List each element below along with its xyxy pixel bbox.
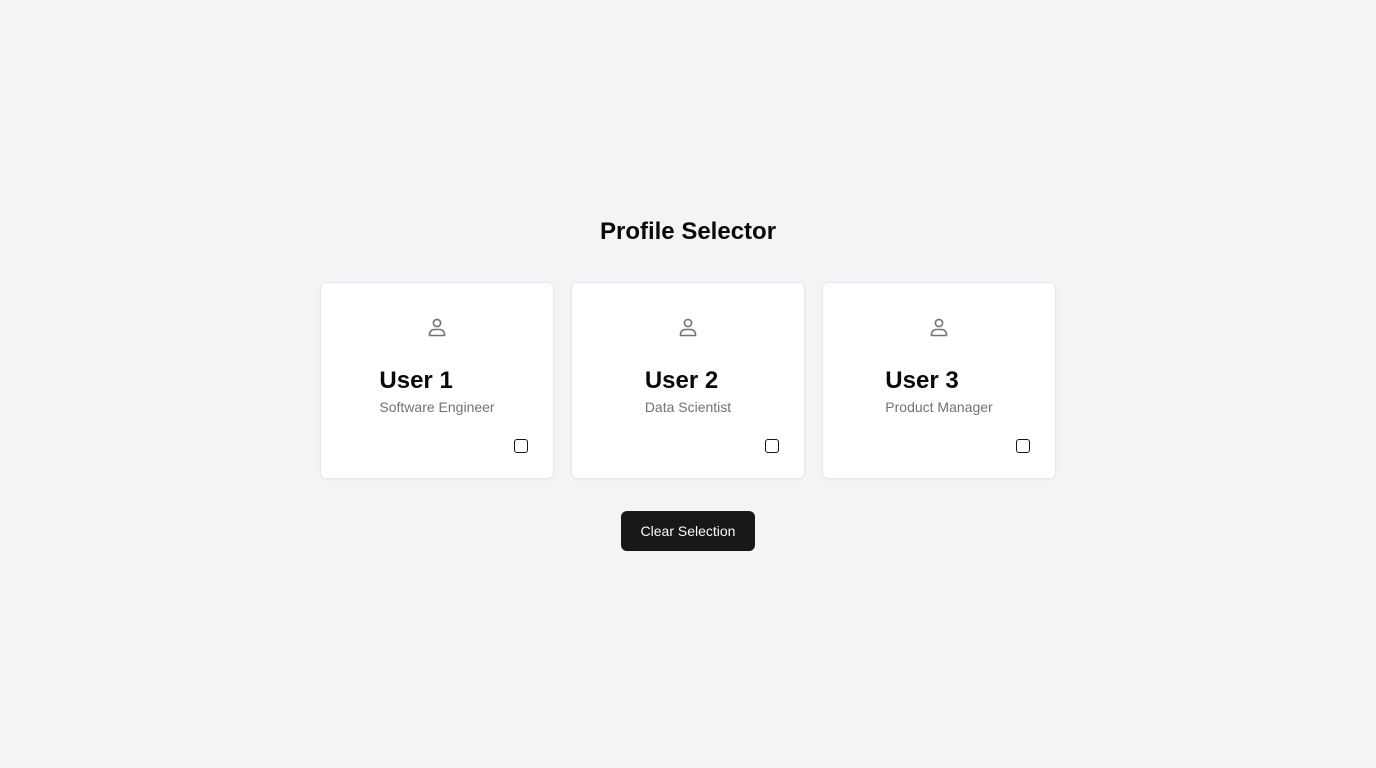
- select-checkbox-user-1[interactable]: [514, 439, 528, 453]
- profile-role: Product Manager: [885, 399, 993, 415]
- select-checkbox-user-2[interactable]: [765, 439, 779, 453]
- clear-selection-button[interactable]: Clear Selection: [621, 511, 755, 551]
- profile-role: Software Engineer: [379, 399, 495, 415]
- profile-name: User 1: [379, 367, 453, 394]
- user-icon: [927, 315, 951, 339]
- profile-name: User 2: [644, 367, 719, 394]
- page-title: Profile Selector: [599, 218, 777, 245]
- profile-name: User 3: [885, 367, 959, 394]
- select-checkbox-user-3[interactable]: [1016, 439, 1030, 453]
- user-icon: [676, 315, 700, 339]
- profile-card-user-3[interactable]: User 3 Product Manager: [822, 282, 1056, 479]
- profile-selector-page: Profile Selector User 1 Software Enginee…: [0, 0, 1376, 768]
- profile-card-user-1[interactable]: User 1 Software Engineer: [320, 282, 554, 479]
- profile-role: Data Scientist: [644, 399, 732, 415]
- user-icon: [425, 315, 449, 339]
- profile-card-list: User 1 Software Engineer User 2 Data Sci…: [320, 282, 1056, 479]
- profile-card-user-2[interactable]: User 2 Data Scientist: [571, 282, 805, 479]
